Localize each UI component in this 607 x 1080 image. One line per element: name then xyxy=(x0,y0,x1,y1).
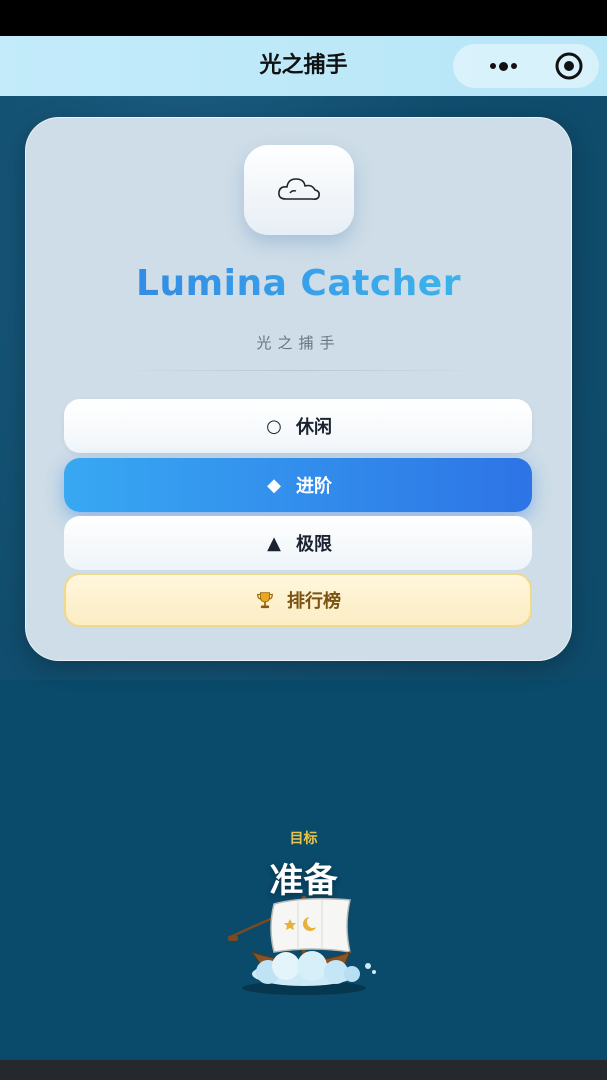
casual-mode-label: 休闲 xyxy=(296,417,332,438)
divider xyxy=(114,370,484,371)
advanced-mode-label: 进阶 xyxy=(296,476,332,497)
leaderboard-label: 排行榜 xyxy=(287,591,341,612)
sky-ship-illustration xyxy=(222,886,382,1000)
capsule-menu xyxy=(453,44,599,88)
advanced-mode-button[interactable]: ◆ 进阶 xyxy=(64,458,532,512)
triangle-icon: ▲ xyxy=(267,532,281,554)
home-indicator-bar xyxy=(0,1060,607,1080)
casual-mode-button[interactable]: ○ 休闲 xyxy=(64,399,532,453)
diamond-icon: ◆ xyxy=(267,474,281,496)
leaderboard-button[interactable]: 排行榜 xyxy=(64,573,532,627)
extreme-mode-button[interactable]: ▲ 极限 xyxy=(64,516,532,570)
main-menu-card: Lumina Catcher 光之捕手 ○ 休闲 ◆ 进阶 ▲ 极限 排行榜 xyxy=(25,117,572,661)
app-subtitle: 光之捕手 xyxy=(256,334,341,352)
target-label: 目标 xyxy=(289,831,318,847)
more-options-icon[interactable] xyxy=(483,56,523,76)
logo-tile xyxy=(244,145,354,235)
status-bar xyxy=(0,0,607,36)
app-title: Lumina Catcher xyxy=(26,263,571,304)
cloud-icon xyxy=(278,178,320,200)
trophy-icon xyxy=(255,590,275,610)
close-mini-program-icon[interactable] xyxy=(555,52,583,80)
extreme-mode-label: 极限 xyxy=(296,534,332,555)
mini-program-nav-bar: 光之捕手 xyxy=(0,36,607,96)
circle-outline-icon: ○ xyxy=(266,415,282,437)
